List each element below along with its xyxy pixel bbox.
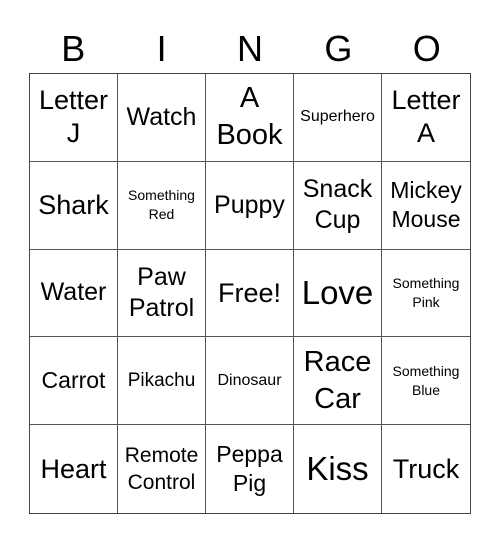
bingo-cell-label: Something Pink	[392, 275, 460, 310]
bingo-cell-label: Water	[40, 278, 107, 307]
bingo-cell-label: Puppy	[214, 190, 285, 219]
bingo-cell-label: A Book	[216, 82, 283, 152]
bingo-cell[interactable]: Something Red	[118, 161, 206, 250]
bingo-cell[interactable]: Shark	[30, 161, 118, 250]
bingo-cell[interactable]: Peppa Pig	[206, 425, 294, 513]
bingo-cell[interactable]: Letter A	[382, 74, 470, 162]
bingo-cell-label: Carrot	[41, 367, 106, 394]
bingo-cell-label: Free!	[217, 277, 282, 308]
bingo-cell[interactable]: Something Blue	[382, 337, 470, 426]
bingo-cell[interactable]: Love	[294, 249, 382, 338]
header-letter-b: B	[61, 28, 86, 69]
bingo-cell[interactable]: Water	[30, 249, 118, 338]
bingo-cell[interactable]: Something Pink	[382, 250, 470, 338]
bingo-cell-label: Watch	[126, 102, 197, 131]
bingo-cell[interactable]: Dinosaur	[206, 337, 294, 426]
bingo-cell[interactable]: Letter J	[30, 74, 118, 162]
bingo-cell-label: Heart	[40, 453, 107, 484]
header-letter-n: N	[236, 28, 263, 69]
bingo-cell[interactable]: A Book	[206, 74, 294, 162]
bingo-cell-label: Paw Patrol	[128, 262, 195, 322]
bingo-cell-label: Pikachu	[127, 370, 196, 392]
bingo-cell-label: Letter J	[38, 85, 109, 149]
bingo-card-grid: Letter J Watch A Book Superhero Letter A Shar…	[29, 73, 471, 514]
bingo-header: B I N G O	[29, 26, 471, 72]
bingo-cell-label: Mickey Mouse	[390, 176, 462, 233]
bingo-cell-label: Dinosaur	[217, 371, 282, 389]
bingo-cell[interactable]: Snack Cup	[294, 161, 382, 250]
bingo-cell-label: Peppa Pig	[216, 440, 283, 497]
header-letter-g: G	[324, 28, 353, 69]
bingo-cell-label: Snack Cup	[302, 174, 373, 235]
bingo-cell-label: Something Red	[128, 187, 195, 223]
bingo-cell-label: Shark	[38, 189, 109, 220]
bingo-cell[interactable]: Race Car	[294, 337, 382, 426]
bingo-cell[interactable]: Puppy	[206, 161, 294, 250]
bingo-cell[interactable]: Free!	[206, 249, 294, 338]
bingo-cell[interactable]: Mickey Mouse	[382, 162, 470, 250]
bingo-cell[interactable]: Carrot	[30, 337, 118, 426]
bingo-cell-label: Superhero	[300, 108, 375, 126]
bingo-cell[interactable]: Pikachu	[118, 337, 206, 426]
bingo-cell[interactable]: Heart	[30, 425, 118, 513]
bingo-cell[interactable]: Superhero	[294, 74, 382, 162]
bingo-cell[interactable]: Kiss	[294, 425, 382, 513]
bingo-cell-label: Letter A	[391, 85, 461, 149]
bingo-cell-label: Kiss	[306, 449, 369, 487]
bingo-cell-label: Something Blue	[392, 362, 460, 398]
bingo-cell[interactable]: Paw Patrol	[118, 249, 206, 338]
bingo-cell[interactable]: Watch	[118, 74, 206, 162]
bingo-cell-label: Remote Control	[124, 443, 199, 495]
bingo-cell-label: Truck	[392, 453, 460, 484]
header-letter-o: O	[412, 28, 441, 69]
bingo-cell-label: Love	[301, 273, 374, 311]
bingo-cell-label: Race Car	[303, 345, 372, 415]
bingo-cell[interactable]: Truck	[382, 425, 470, 513]
bingo-cell[interactable]: Remote Control	[118, 425, 206, 513]
header-letter-i: I	[156, 28, 167, 69]
